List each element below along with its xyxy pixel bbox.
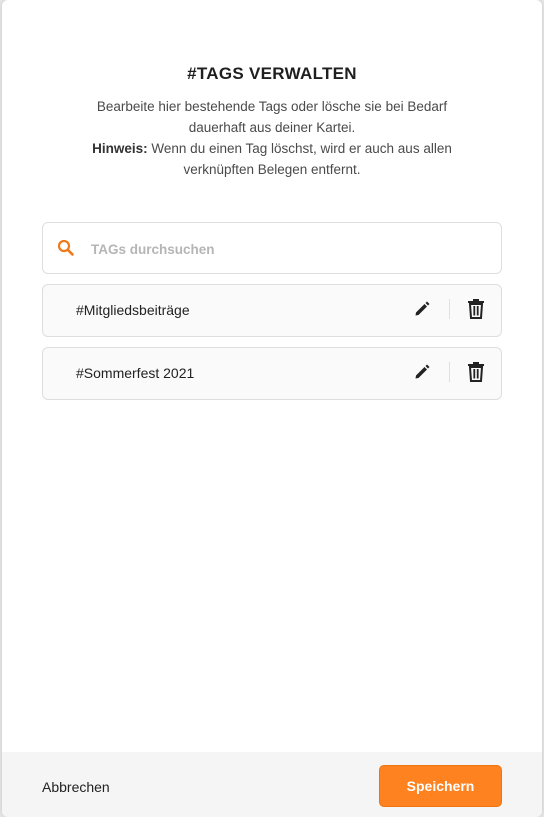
manage-tags-dialog: #TAGS VERWALTEN Bearbeite hier bestehend… bbox=[2, 0, 542, 817]
description-line-2: dauerhaft aus deiner Kartei. bbox=[72, 117, 472, 138]
trash-icon[interactable] bbox=[466, 361, 486, 383]
tag-label: #Mitgliedsbeiträge bbox=[76, 302, 190, 318]
divider bbox=[449, 362, 450, 382]
tag-label: #Sommerfest 2021 bbox=[76, 365, 194, 381]
dialog-footer: Abbrechen Speichern bbox=[2, 752, 542, 817]
divider bbox=[449, 299, 450, 319]
cancel-button[interactable]: Abbrechen bbox=[42, 779, 110, 795]
search-icon bbox=[57, 239, 75, 257]
hint-line-1: Hinweis: Wenn du einen Tag löschst, wird… bbox=[72, 138, 472, 159]
tag-search-input[interactable] bbox=[91, 237, 481, 261]
hint-text-1: Wenn du einen Tag löschst, wird er auch … bbox=[148, 141, 452, 156]
tag-search-box bbox=[42, 222, 502, 274]
pencil-icon[interactable] bbox=[412, 299, 432, 319]
save-button[interactable]: Speichern bbox=[379, 765, 502, 807]
description-line-1: Bearbeite hier bestehende Tags oder lösc… bbox=[72, 96, 472, 117]
hint-line-2: verknüpften Belegen entfernt. bbox=[72, 159, 472, 180]
tag-row: #Mitgliedsbeiträge bbox=[42, 284, 502, 337]
dialog-title: #TAGS VERWALTEN bbox=[2, 64, 542, 84]
tag-row: #Sommerfest 2021 bbox=[42, 347, 502, 400]
dialog-description: Bearbeite hier bestehende Tags oder lösc… bbox=[72, 96, 472, 180]
trash-icon[interactable] bbox=[466, 298, 486, 320]
pencil-icon[interactable] bbox=[412, 362, 432, 382]
hint-label: Hinweis: bbox=[92, 141, 148, 156]
